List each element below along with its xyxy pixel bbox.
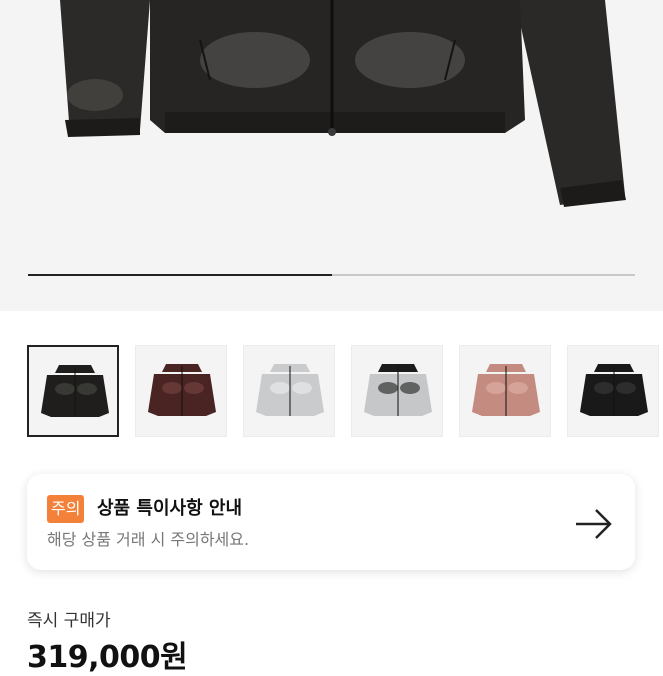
thumbnail-jacket-image xyxy=(364,364,432,416)
thumbnail-5[interactable] xyxy=(459,345,551,437)
notice-subtitle: 해당 상품 거래 시 주의하세요. xyxy=(47,530,250,549)
thumbnail-3[interactable] xyxy=(243,345,335,437)
thumbnail-6[interactable] xyxy=(567,345,659,437)
product-hero-image[interactable] xyxy=(0,0,663,311)
notice-card[interactable]: 주의 상품 특이사항 안내 해당 상품 거래 시 주의하세요. xyxy=(27,474,635,570)
thumbnail-1[interactable] xyxy=(27,345,119,437)
notice-title: 상품 특이사항 안내 xyxy=(97,498,243,519)
price-label: 즉시 구매가 xyxy=(27,611,111,631)
thumbnail-jacket-image xyxy=(580,364,648,416)
jacket-image xyxy=(60,0,626,207)
thumbnail-2[interactable] xyxy=(135,345,227,437)
thumbnail-jacket-image xyxy=(41,365,109,417)
gallery-progress-fill xyxy=(28,274,332,276)
thumbnail-jacket-image xyxy=(148,364,216,416)
caution-badge: 주의 xyxy=(47,495,85,523)
gallery-progress-track xyxy=(28,274,635,276)
arrow-right-icon[interactable] xyxy=(572,502,616,546)
price-value: 319,000원 xyxy=(27,640,188,675)
thumbnail-jacket-image xyxy=(472,364,540,416)
thumbnail-strip xyxy=(27,345,663,439)
thumbnail-jacket-image xyxy=(256,364,324,416)
thumbnail-4[interactable] xyxy=(351,345,443,437)
